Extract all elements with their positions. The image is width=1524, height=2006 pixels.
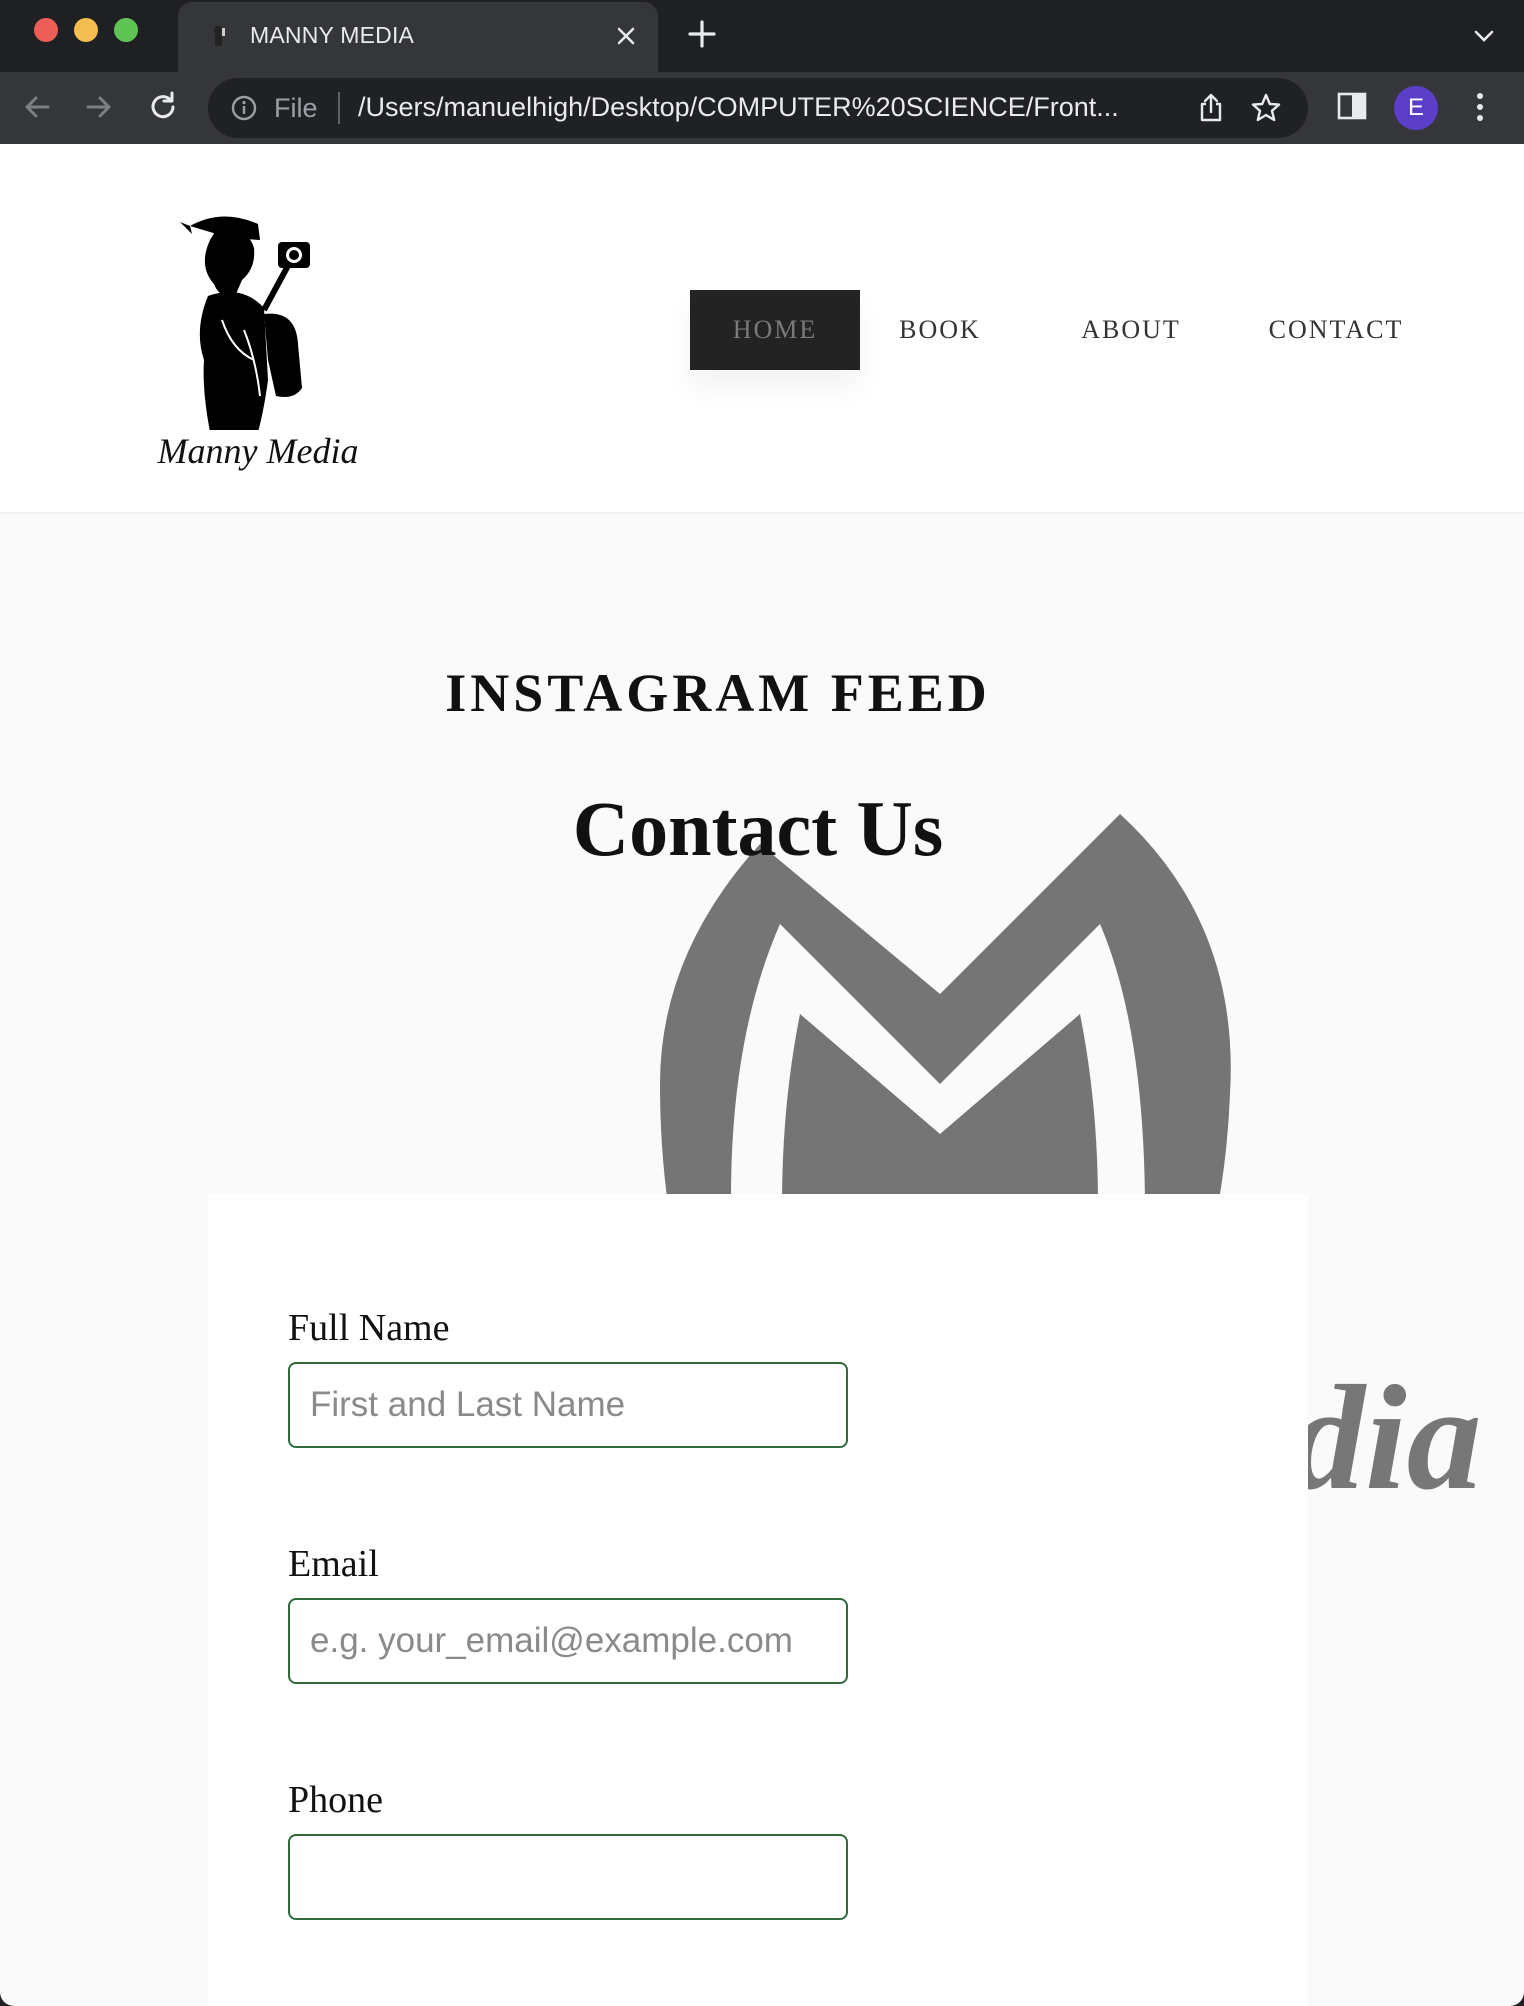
nav-item-about[interactable]: ABOUT	[1052, 290, 1210, 370]
reload-icon[interactable]	[144, 88, 182, 126]
nav-item-home[interactable]: HOME	[690, 290, 860, 370]
omnibox-divider	[338, 92, 340, 124]
kebab-menu-icon[interactable]	[1466, 88, 1494, 126]
site-header: Manny Media HOME BOOK ABOUT CONTACT	[0, 144, 1524, 514]
maximize-window-button[interactable]	[114, 18, 138, 42]
site-logo[interactable]: Manny Media	[138, 210, 378, 472]
share-icon[interactable]	[1196, 92, 1226, 124]
side-panel-icon[interactable]	[1336, 90, 1368, 122]
phone-input[interactable]	[288, 1834, 848, 1920]
address-bar[interactable]: File /Users/manuelhigh/Desktop/COMPUTER%…	[208, 78, 1308, 138]
email-label: Email	[288, 1543, 379, 1585]
arrow-right-icon[interactable]	[80, 88, 118, 126]
page-viewport: Manny Media HOME BOOK ABOUT CONTACT INST…	[0, 144, 1524, 2006]
minimize-window-button[interactable]	[74, 18, 98, 42]
email-input[interactable]	[288, 1598, 848, 1684]
info-icon[interactable]	[230, 94, 258, 122]
profile-avatar[interactable]: E	[1394, 86, 1438, 130]
browser-toolbar: File /Users/manuelhigh/Desktop/COMPUTER%…	[0, 72, 1524, 144]
chevron-down-icon[interactable]	[1472, 24, 1496, 48]
tab-title: MANNY MEDIA	[250, 22, 415, 48]
close-window-button[interactable]	[34, 18, 58, 42]
photographer-silhouette-icon	[180, 216, 310, 432]
contact-form: Full Name Email Phone	[208, 1194, 1308, 2006]
logo-wordmark: Manny Media	[157, 431, 359, 471]
star-icon[interactable]	[1250, 92, 1282, 124]
contact-heading: Contact Us	[572, 785, 944, 872]
url-text[interactable]: /Users/manuelhigh/Desktop/COMPUTER%20SCI…	[358, 92, 1158, 123]
phone-label: Phone	[288, 1779, 383, 1821]
full-name-input[interactable]	[288, 1362, 848, 1448]
plus-icon[interactable]	[686, 18, 718, 50]
instagram-feed-heading: INSTAGRAM FEED	[445, 663, 991, 723]
nav-item-contact[interactable]: CONTACT	[1250, 290, 1422, 370]
brand-text-watermark: dia	[1290, 1355, 1482, 1521]
full-name-label: Full Name	[288, 1307, 450, 1349]
tab-strip: MANNY MEDIA	[0, 0, 1524, 72]
nav-item-book[interactable]: BOOK	[878, 290, 1002, 370]
favicon-icon	[214, 26, 225, 46]
browser-tab[interactable]: MANNY MEDIA	[178, 2, 658, 72]
scheme-label: File	[274, 93, 318, 123]
close-icon[interactable]	[612, 22, 640, 50]
arrow-left-icon[interactable]	[18, 88, 56, 126]
